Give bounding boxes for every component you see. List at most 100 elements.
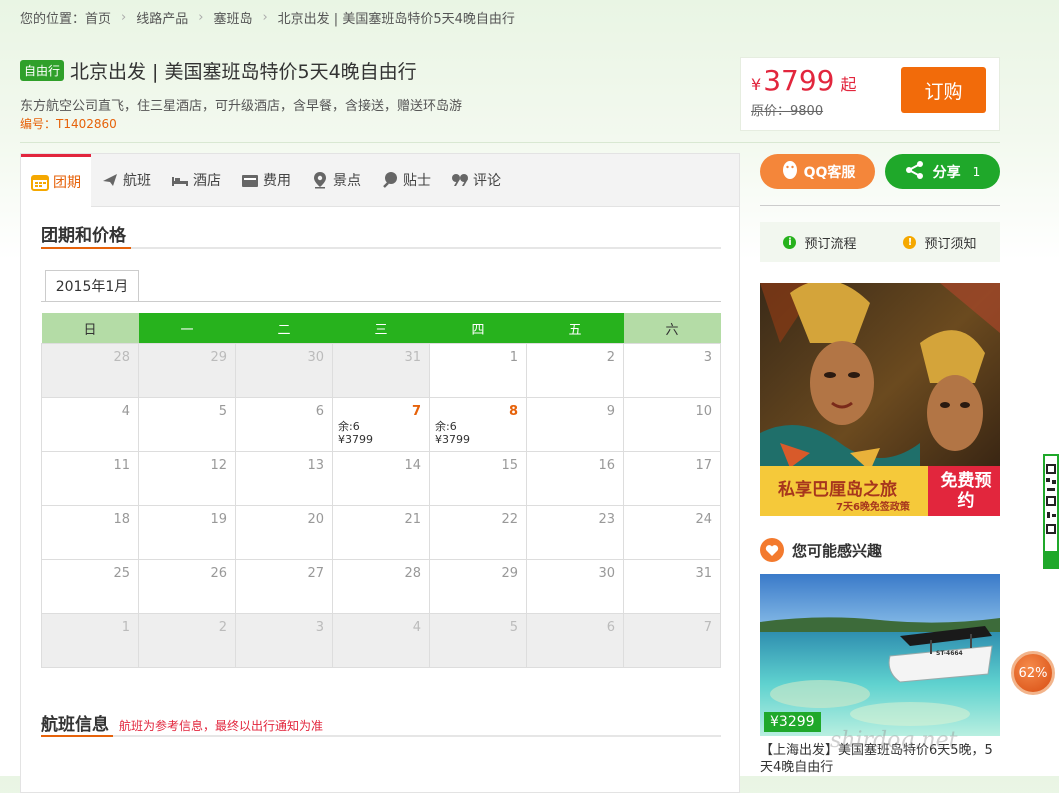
plane-icon xyxy=(101,171,119,189)
product-title-row: 自由行 北京出发 | 美国塞班岛特价5天4晚自由行 xyxy=(20,57,417,84)
calendar-day: 28 xyxy=(332,559,430,614)
day-number: 29 xyxy=(210,350,227,365)
bali-promo-banner[interactable]: 私享巴厘岛之旅 7天6晚免签政策 免费预约 xyxy=(760,283,1000,516)
original-price: 原价：9800 xyxy=(751,104,824,119)
order-button[interactable]: 订购 xyxy=(901,67,986,113)
flight-section-header: 航班信息 航班为参考信息，最终以出行通知为准 xyxy=(41,710,323,735)
calendar-day: 29 xyxy=(138,343,236,398)
calendar-day: 16 xyxy=(526,451,624,506)
info-icon: i xyxy=(783,235,797,249)
boat-number: ST-4664 xyxy=(936,650,963,657)
tab-tips[interactable]: 贴士 xyxy=(371,154,441,206)
day-number: 3 xyxy=(315,620,324,635)
section-title-flight: 航班信息 xyxy=(41,715,109,735)
weekday-header: 二 xyxy=(235,313,333,344)
price-suffix: 起 xyxy=(840,75,857,94)
bed-icon xyxy=(171,171,189,189)
breadcrumb-current: 北京出发 | 美国塞班岛特价5天4晚自由行 xyxy=(277,12,515,27)
breadcrumb-products[interactable]: 线路产品 xyxy=(136,8,188,27)
day-number: 13 xyxy=(307,458,324,473)
chevron-right-icon: › xyxy=(262,10,268,25)
booking-notice-link[interactable]: ! 预订须知 xyxy=(903,233,977,252)
calendar-day: 7 xyxy=(623,613,721,668)
weekday-header: 四 xyxy=(429,313,527,344)
chevron-right-icon: › xyxy=(198,10,204,25)
day-number: 29 xyxy=(501,566,518,581)
page-title: 北京出发 | 美国塞班岛特价5天4晚自由行 xyxy=(70,61,417,83)
day-number: 16 xyxy=(598,458,615,473)
wallet-icon xyxy=(241,171,259,189)
share-button[interactable]: 分享 1 xyxy=(885,154,1000,189)
day-number: 4 xyxy=(121,404,130,419)
booking-process-link[interactable]: i 预订流程 xyxy=(783,233,857,252)
seats-remaining: 余:6 xyxy=(338,420,360,433)
day-number: 22 xyxy=(501,512,518,527)
tab-flight[interactable]: 航班 xyxy=(91,154,161,206)
weekday-header: 六 xyxy=(623,313,721,344)
recommended-product-price: ¥3299 xyxy=(764,712,821,732)
day-number: 30 xyxy=(307,350,324,365)
banner-subtitle: 7天6晚免签政策 xyxy=(836,502,910,513)
current-price: ¥ 3799 起 xyxy=(751,64,856,97)
calendar-day: 23 xyxy=(526,505,624,560)
tab-cost[interactable]: 费用 xyxy=(231,154,301,206)
tab-spots[interactable]: 景点 xyxy=(301,154,371,206)
day-number: 14 xyxy=(404,458,421,473)
day-number: 12 xyxy=(210,458,227,473)
calendar-day: 9 xyxy=(526,397,624,452)
tab-month[interactable]: 2015年1月 xyxy=(45,270,139,302)
divider xyxy=(20,142,1000,143)
day-number: 7 xyxy=(703,620,712,635)
section-underline xyxy=(41,735,721,737)
tab-schedule[interactable]: 团期 xyxy=(21,154,91,207)
breadcrumb-prefix: 您的位置： xyxy=(20,12,86,27)
day-availability: 余:6 ¥3799 xyxy=(338,420,373,446)
calendar-day: 6 xyxy=(526,613,624,668)
calendar-day: 4 xyxy=(332,613,430,668)
recommend-title: 您可能感兴趣 xyxy=(792,541,883,560)
calendar-day: 12 xyxy=(138,451,236,506)
share-label: 分享 xyxy=(932,164,961,181)
tab-hotel[interactable]: 酒店 xyxy=(161,154,231,206)
share-count: 1 xyxy=(972,164,981,179)
tab-label: 贴士 xyxy=(403,173,431,189)
calendar-week-row: 28 29 30 31 1 2 3 xyxy=(41,343,721,398)
qr-code-widget[interactable] xyxy=(1043,454,1059,569)
weekday-header: 一 xyxy=(138,313,236,344)
day-number: 24 xyxy=(695,512,712,527)
calendar-day: 11 xyxy=(41,451,139,506)
breadcrumb-home[interactable]: 首页 xyxy=(85,8,111,27)
tab-label: 费用 xyxy=(263,173,291,189)
product-code: 编号：T1402860 xyxy=(20,117,117,131)
tab-bar: 团期 航班 酒店 费用 景点 贴士 评论 xyxy=(21,154,739,207)
qq-label: QQ客服 xyxy=(803,164,856,181)
share-icon xyxy=(905,160,925,184)
scroll-progress-badge[interactable]: 62% xyxy=(1011,651,1055,695)
booking-links: i 预订流程 ! 预订须知 xyxy=(760,222,1000,262)
day-number: 8 xyxy=(508,404,518,419)
calendar-day: 2 xyxy=(138,613,236,668)
day-price: ¥3799 xyxy=(435,433,470,446)
day-number: 5 xyxy=(509,620,518,635)
calendar-day: 31 xyxy=(332,343,430,398)
watermark: shirdog.net xyxy=(830,728,958,753)
calendar-day: 1 xyxy=(41,613,139,668)
product-type-badge: 自由行 xyxy=(20,60,65,81)
calendar-day: 5 xyxy=(429,613,527,668)
seats-remaining: 余:6 xyxy=(435,420,457,433)
day-number: 17 xyxy=(695,458,712,473)
day-number: 23 xyxy=(598,512,615,527)
calendar-day-available[interactable]: 7 余:6 ¥3799 xyxy=(332,397,430,452)
calendar-week-row: 1 2 3 4 5 6 7 xyxy=(41,613,721,668)
section-title-schedule: 团期和价格 xyxy=(41,226,126,246)
calendar-day-available[interactable]: 8 余:6 ¥3799 xyxy=(429,397,527,452)
calendar-day: 13 xyxy=(235,451,333,506)
calendar-day: 3 xyxy=(235,613,333,668)
qq-service-button[interactable]: QQ客服 xyxy=(760,154,875,189)
calendar-day: 29 xyxy=(429,559,527,614)
breadcrumb-saipan[interactable]: 塞班岛 xyxy=(213,8,252,27)
tab-reviews[interactable]: 评论 xyxy=(441,154,511,206)
flight-note: 航班为参考信息，最终以出行通知为准 xyxy=(119,719,324,733)
calendar-day: 22 xyxy=(429,505,527,560)
main-panel: 团期 航班 酒店 费用 景点 贴士 评论 团期和价格 2015年1月 日 一 二… xyxy=(20,153,740,793)
